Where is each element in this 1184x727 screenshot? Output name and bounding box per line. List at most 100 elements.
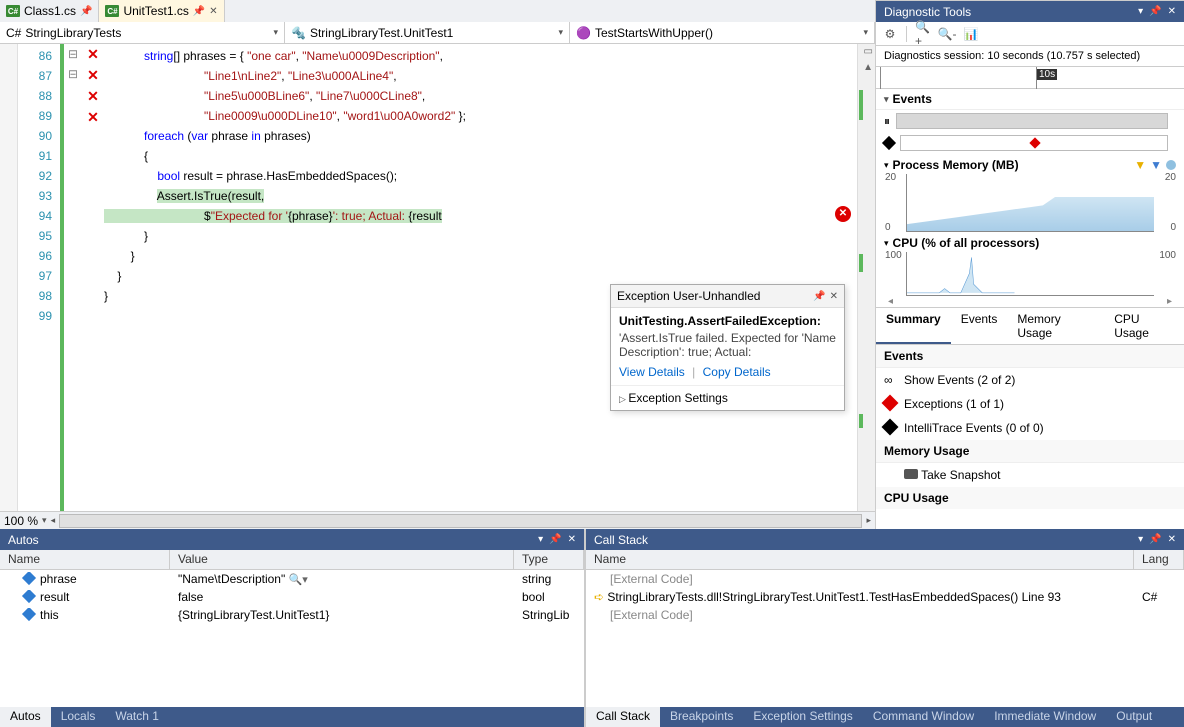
pin-icon[interactable]: 📌 xyxy=(80,6,92,17)
window-position-icon[interactable]: ▾ xyxy=(1138,534,1143,545)
callstack-grid[interactable]: [External Code]➪ StringLibraryTests.dll!… xyxy=(586,570,1184,707)
zoom-out-icon[interactable]: 🔍- xyxy=(939,26,955,42)
callstack-columns: Name Lang xyxy=(586,550,1184,570)
diag-tab-events[interactable]: Events xyxy=(951,308,1008,344)
chevron-down-icon[interactable]: ▾ xyxy=(42,515,47,526)
callstack-panel: Call Stack ▾ 📌 ✕ Name Lang [External Cod… xyxy=(586,529,1184,727)
close-icon[interactable]: ✕ xyxy=(209,6,217,17)
tab-autos[interactable]: Autos xyxy=(0,707,51,727)
tab-immediate-window[interactable]: Immediate Window xyxy=(984,707,1106,727)
memory-chart[interactable]: 20 0 20 0 xyxy=(906,174,1154,232)
intellitrace-icon xyxy=(882,419,899,436)
outlining-margin[interactable]: ⊟ ⊟ xyxy=(64,44,82,511)
scroll-right-icon[interactable]: ▸ xyxy=(866,515,871,526)
scroll-right-icon[interactable]: ▸ xyxy=(1167,296,1172,307)
cpu-header: CPU Usage xyxy=(876,487,1184,509)
view-details-link[interactable]: View Details xyxy=(619,365,685,379)
col-value[interactable]: Value xyxy=(170,550,514,569)
stack-frame[interactable]: [External Code] xyxy=(586,606,1184,624)
cpu-chart[interactable]: 100 100 xyxy=(906,252,1154,296)
exceptions-link[interactable]: Exceptions (1 of 1) xyxy=(876,392,1184,416)
col-name[interactable]: Name xyxy=(0,550,170,569)
pin-icon[interactable]: 📌 xyxy=(1149,6,1161,17)
editor-status-bar: 100 % ▾ ◂ ▸ xyxy=(0,511,875,529)
zoom-level[interactable]: 100 % xyxy=(4,514,38,528)
line-numbers: 8687888990919293949596979899 xyxy=(18,44,60,511)
pin-icon[interactable]: 📌 xyxy=(193,6,205,17)
event-lane-break[interactable]: ⏸ xyxy=(876,110,1184,132)
events-section-header[interactable]: Events xyxy=(876,89,1184,110)
namespace-dropdown[interactable]: C# StringLibraryTests ▾ xyxy=(0,22,285,43)
autos-grid[interactable]: phrase"Name\tDescription" 🔍▾stringresult… xyxy=(0,570,584,707)
magnifier-icon[interactable]: 🔍▾ xyxy=(289,574,308,586)
tab-exception-settings[interactable]: Exception Settings xyxy=(743,707,862,727)
pin-icon[interactable]: 📌 xyxy=(813,291,825,302)
close-icon[interactable]: ✕ xyxy=(1168,534,1176,545)
exception-type: UnitTesting.AssertFailedException: xyxy=(619,314,836,328)
reset-zoom-icon[interactable]: 📊 xyxy=(963,26,979,42)
take-snapshot-button[interactable]: Take Snapshot xyxy=(876,463,1184,487)
class-dropdown[interactable]: 🔩 StringLibraryTest.UnitTest1 ▾ xyxy=(285,22,570,43)
variable-icon xyxy=(22,608,36,621)
scroll-up-icon[interactable]: ▲ xyxy=(863,62,873,73)
scroll-left-icon[interactable]: ◂ xyxy=(888,296,893,307)
current-frame-icon: ➪ xyxy=(594,590,604,604)
error-icon[interactable]: ✕ xyxy=(835,206,851,222)
diagnostic-toolbar: ⚙ 🔍+ 🔍- 📊 xyxy=(876,22,1184,46)
window-position-icon[interactable]: ▾ xyxy=(538,534,543,545)
exception-message: 'Assert.IsTrue failed. Expected for 'Nam… xyxy=(619,331,836,359)
cpu-section-header[interactable]: CPU (% of all processors) xyxy=(893,236,1176,250)
tab-call-stack[interactable]: Call Stack xyxy=(586,707,660,727)
method-dropdown[interactable]: 🟣 TestStartsWithUpper() ▾ xyxy=(570,22,875,43)
scroll-left-icon[interactable]: ◂ xyxy=(51,515,56,526)
col-name[interactable]: Name xyxy=(586,550,1134,569)
panel-title-text: Call Stack xyxy=(594,533,1132,547)
session-info: Diagnostics session: 10 seconds (10.757 … xyxy=(876,46,1184,67)
intellitrace-link[interactable]: IntelliTrace Events (0 of 0) xyxy=(876,416,1184,440)
tab-unittest1[interactable]: C# UnitTest1.cs 📌 ✕ xyxy=(99,0,224,22)
margin-gutter xyxy=(0,44,18,511)
code-text[interactable]: string[] phrases = { "one car", "Name\u0… xyxy=(104,44,857,511)
diag-tab-summary[interactable]: Summary xyxy=(876,308,951,344)
autos-columns: Name Value Type xyxy=(0,550,584,570)
close-icon[interactable]: ✕ xyxy=(1168,6,1176,17)
dropdown-label: StringLibraryTest.UnitTest1 xyxy=(310,26,453,40)
variable-row[interactable]: phrase"Name\tDescription" 🔍▾string xyxy=(0,570,584,588)
tab-command-window[interactable]: Command Window xyxy=(863,707,984,727)
col-type[interactable]: Type xyxy=(514,550,584,569)
pause-icon: ⏸ xyxy=(884,114,890,129)
diag-tab-memory-usage[interactable]: Memory Usage xyxy=(1007,308,1104,344)
method-icon: 🟣 xyxy=(576,26,591,40)
zoom-in-icon[interactable]: 🔍+ xyxy=(915,26,931,42)
vertical-scrollbar[interactable]: ▭ ▲ xyxy=(857,44,875,511)
variable-row[interactable]: resultfalsebool xyxy=(0,588,584,606)
copy-details-link[interactable]: Copy Details xyxy=(703,365,771,379)
show-events-link[interactable]: ∞Show Events (2 of 2) xyxy=(876,368,1184,392)
dropdown-label: StringLibraryTests xyxy=(25,26,121,40)
exception-popup: Exception User-Unhandled 📌 ✕ UnitTesting… xyxy=(610,284,845,411)
event-lane-intellitrace[interactable] xyxy=(876,132,1184,154)
exception-settings-expander[interactable]: ▷ Exception Settings xyxy=(611,385,844,410)
tab-class1[interactable]: C# Class1.cs 📌 xyxy=(0,0,99,22)
tab-breakpoints[interactable]: Breakpoints xyxy=(660,707,743,727)
variable-row[interactable]: this{StringLibraryTest.UnitTest1}StringL… xyxy=(0,606,584,624)
col-lang[interactable]: Lang xyxy=(1134,550,1184,569)
breakpoint-margin[interactable]: ✕ ✕ ✕✕ xyxy=(82,44,104,511)
code-editor[interactable]: 8687888990919293949596979899 ⊟ ⊟ ✕ ✕ ✕✕ … xyxy=(0,44,875,511)
gear-icon[interactable]: ⚙ xyxy=(882,26,898,42)
timeline-ruler[interactable]: 10s xyxy=(876,67,1184,89)
tab-locals[interactable]: Locals xyxy=(51,707,106,727)
close-icon[interactable]: ✕ xyxy=(830,291,838,302)
diag-tab-cpu-usage[interactable]: CPU Usage xyxy=(1104,308,1184,344)
memory-section-header[interactable]: Process Memory (MB) xyxy=(893,158,1131,172)
horizontal-scrollbar[interactable] xyxy=(59,514,862,528)
pin-icon[interactable]: 📌 xyxy=(1149,534,1161,545)
stack-frame[interactable]: ➪ StringLibraryTests.dll!StringLibraryTe… xyxy=(586,588,1184,606)
window-position-icon[interactable]: ▾ xyxy=(1138,6,1143,17)
close-icon[interactable]: ✕ xyxy=(568,534,576,545)
stack-frame[interactable]: [External Code] xyxy=(586,570,1184,588)
tab-watch-1[interactable]: Watch 1 xyxy=(105,707,169,727)
split-icon[interactable]: ▭ xyxy=(864,46,873,57)
tab-output[interactable]: Output xyxy=(1106,707,1162,727)
pin-icon[interactable]: 📌 xyxy=(549,534,561,545)
